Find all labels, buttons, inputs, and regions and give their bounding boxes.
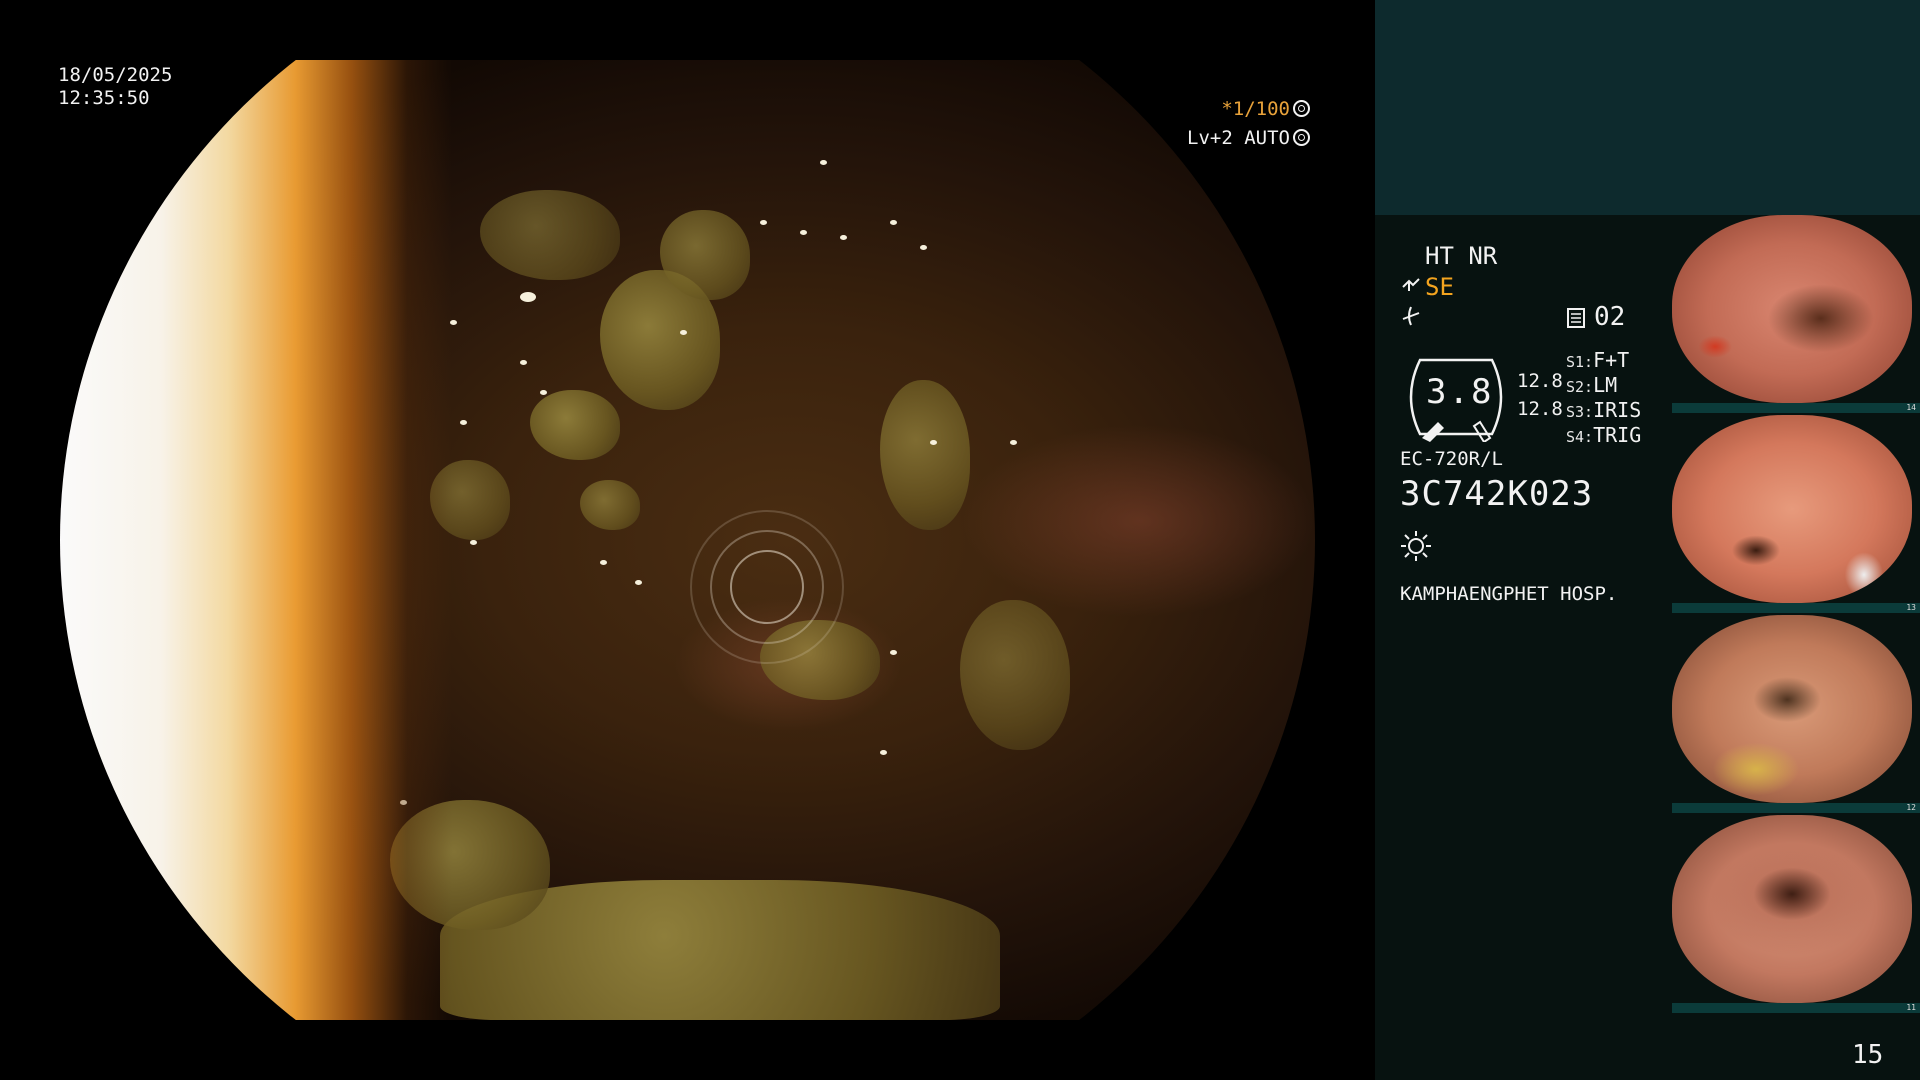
mode-label: HT NR	[1425, 242, 1498, 270]
switch-label: S1:	[1566, 353, 1594, 371]
date-text: 18/05/2025	[58, 64, 173, 86]
page-number: 15	[1852, 1040, 1884, 1070]
top-panel-area	[1375, 0, 1920, 215]
scope-model: EC-720R/L	[1400, 448, 1503, 470]
thumbnail-image[interactable]	[1672, 815, 1912, 1003]
level-text: Lv+2 AUTO	[1187, 127, 1290, 149]
switch-row: S1:F+T	[1566, 348, 1641, 373]
datetime-display: 18/05/2025 12:35:50	[58, 64, 172, 110]
shutter-speed-indicator: *1/100	[1221, 98, 1310, 120]
memory-count: 02	[1594, 302, 1626, 332]
dial-side-value-2: 12.8	[1517, 398, 1563, 420]
switch-value: IRIS	[1593, 398, 1642, 422]
thumbnail-label-strip: 12	[1672, 803, 1920, 813]
switch-label: S4:	[1566, 428, 1594, 446]
switch-value: LM	[1593, 373, 1618, 397]
endoscope-live-view	[60, 60, 1315, 1020]
time-text: 12:35:50	[58, 87, 150, 109]
thumbnail-image[interactable]	[1672, 615, 1912, 803]
thumbnail-label-strip: 13	[1672, 603, 1920, 613]
thumbnail-index: 13	[1906, 603, 1916, 612]
structure-enhance-icon	[1402, 278, 1420, 291]
dial-value: 3.8	[1426, 372, 1494, 412]
switch-row: S2:LM	[1566, 373, 1641, 398]
hospital-name: KAMPHAENGPHET HOSP.	[1400, 583, 1618, 605]
switch-value: TRIG	[1593, 423, 1642, 447]
thumbnail-label-strip: 14	[1672, 403, 1920, 413]
switch-label: S3:	[1566, 403, 1594, 421]
brightness-level-indicator: Lv+2 AUTO	[1187, 127, 1310, 149]
aperture-icon	[1293, 100, 1310, 117]
scope-serial-number: 3C742K023	[1400, 474, 1594, 514]
light-source-icon	[1401, 531, 1431, 561]
thumbnail-index: 12	[1906, 803, 1916, 812]
switch-list: S1:F+T S2:LM S3:IRIS S4:TRIG	[1566, 348, 1641, 448]
switch-label: S2:	[1566, 378, 1594, 396]
memory-icon	[1567, 308, 1585, 328]
switch-row: S4:TRIG	[1566, 423, 1641, 448]
iris-icon	[1293, 129, 1310, 146]
dial-side-value-1: 12.8	[1517, 370, 1563, 392]
shutter-text: *1/100	[1221, 98, 1290, 120]
thumbnail-image[interactable]	[1672, 215, 1912, 403]
enhancement-label: SE	[1425, 273, 1454, 301]
thumbnail-image[interactable]	[1672, 415, 1912, 603]
thumbnail-index: 14	[1906, 403, 1916, 412]
switch-row: S3:IRIS	[1566, 398, 1641, 423]
switch-value: F+T	[1593, 348, 1630, 372]
color-mode-icon	[1402, 306, 1420, 326]
thumbnail-label-strip: 11	[1672, 1003, 1920, 1013]
thumbnail-index: 11	[1906, 1003, 1916, 1012]
